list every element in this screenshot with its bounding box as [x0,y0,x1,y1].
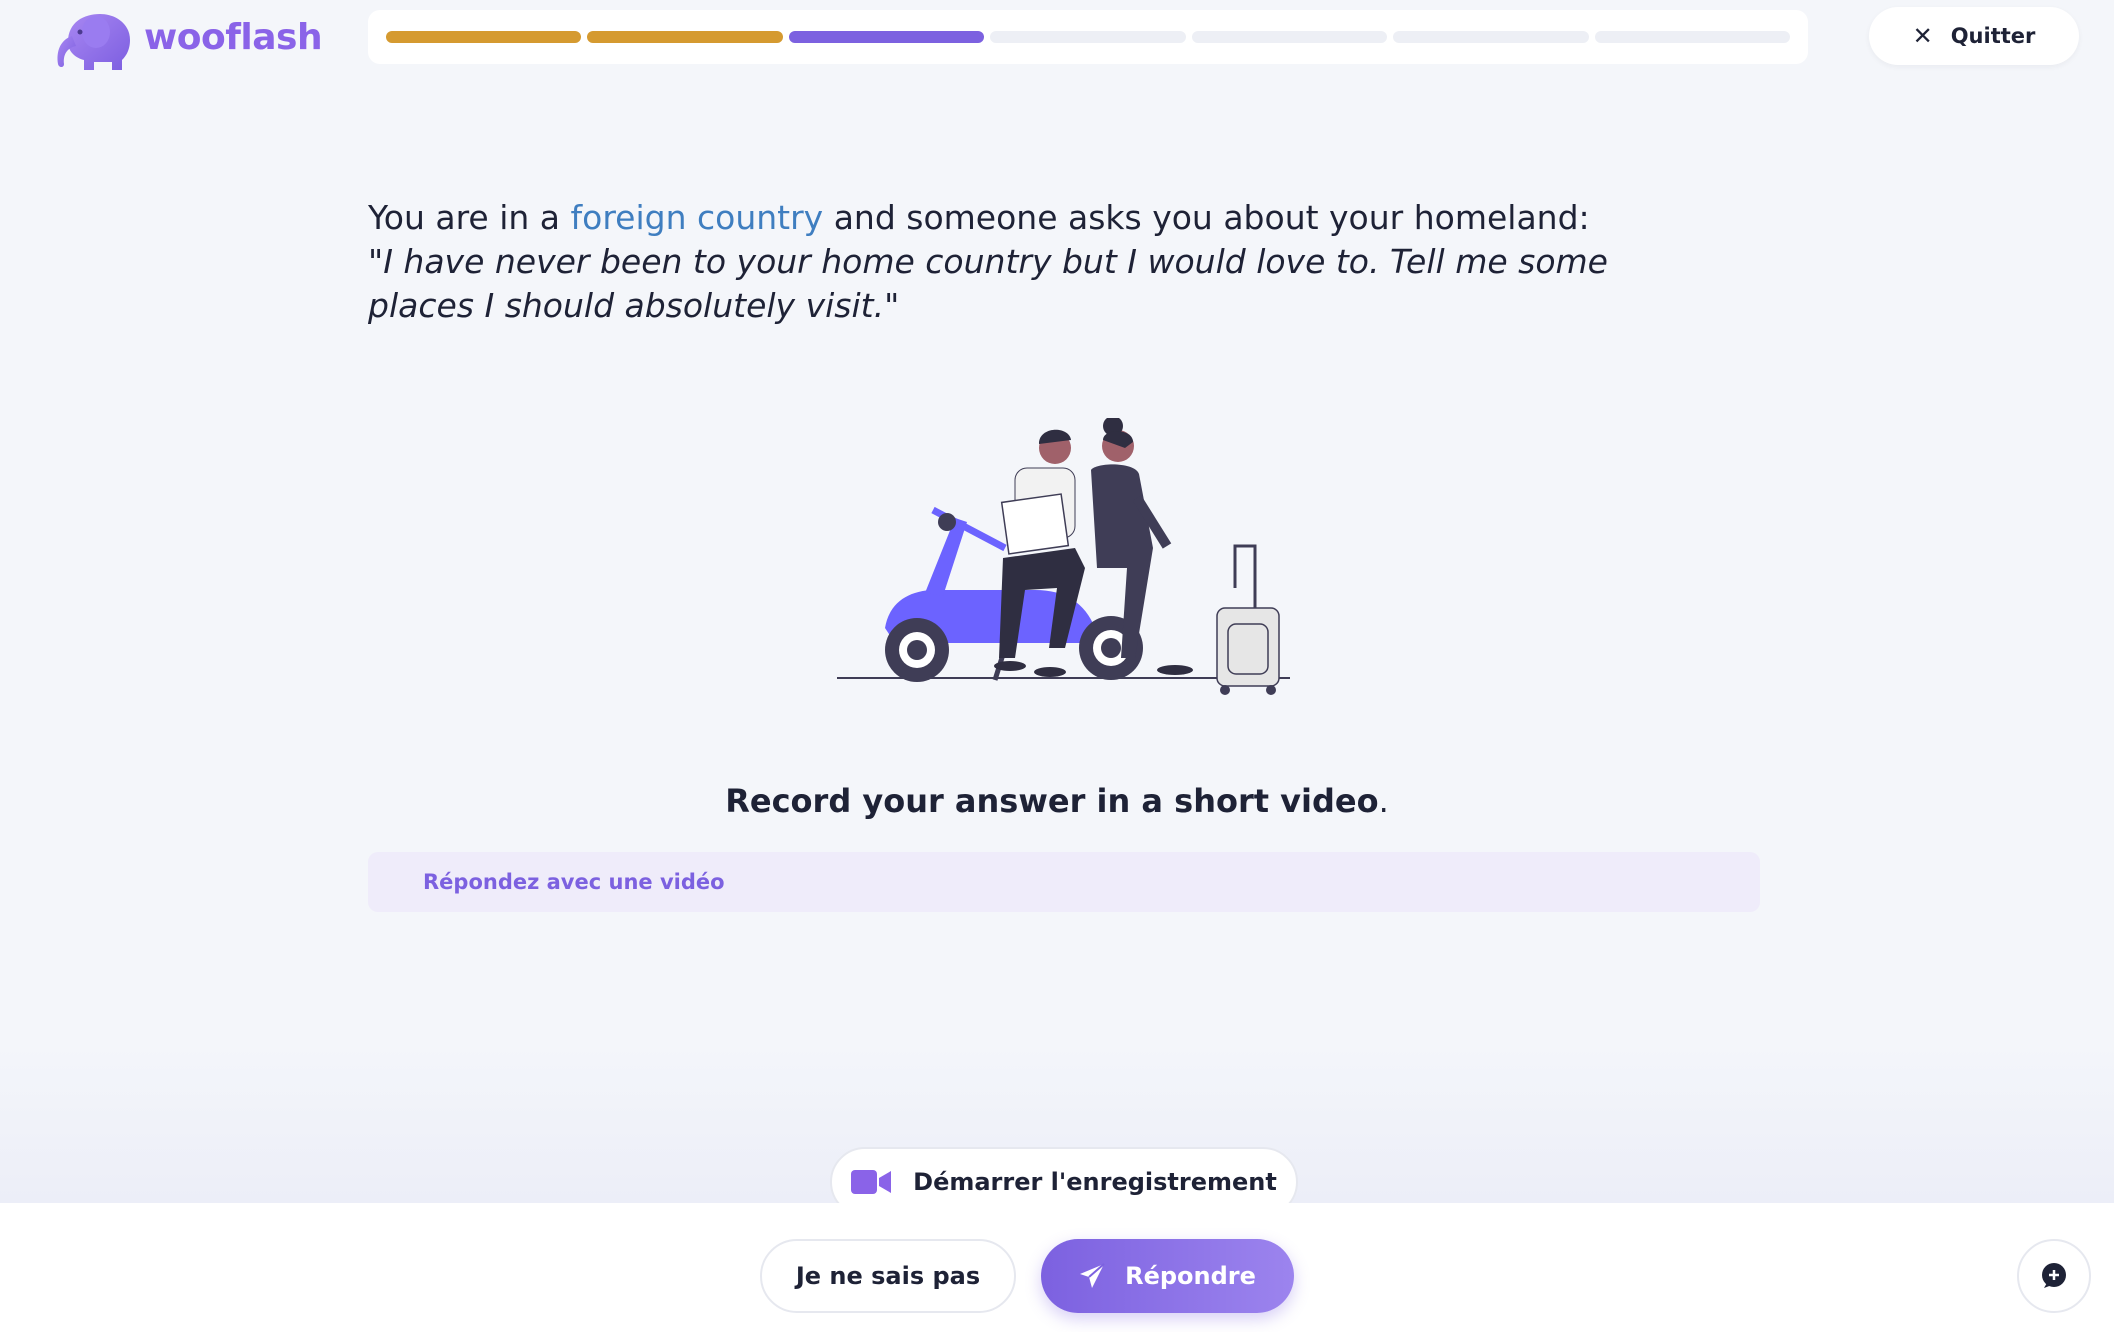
instruction-text: Record your answer in a short video. [0,782,2114,820]
dont-know-button[interactable]: Je ne sais pas [760,1239,1016,1313]
question-quote: "I have never been to your home country … [368,240,1688,328]
brand-logo[interactable]: wooflash [50,2,323,72]
progress-segment-todo [1594,31,1790,43]
question-prompt: You are in a foreign country and someone… [368,196,1688,328]
instruction-punct: . [1378,782,1389,820]
elephant-icon [57,14,130,70]
progress-segment-current [788,31,985,43]
progress-segment-todo [1191,31,1388,43]
travel-scooter-illustration [837,418,1290,695]
chat-button[interactable] [2017,1239,2091,1313]
submit-answer-button[interactable]: Répondre [1041,1239,1294,1313]
submit-answer-label: Répondre [1125,1262,1256,1290]
question-suffix: and someone asks you about your homeland… [823,198,1590,237]
brand-name: wooflash [144,16,323,58]
video-answer-label: Répondez avec une vidéo [423,870,725,894]
progress-segment-done [587,31,783,43]
quote-close-mark: " [884,286,900,325]
video-answer-field[interactable]: Répondez avec une vidéo [368,852,1760,912]
quit-button[interactable]: ✕ Quitter [1869,7,2079,65]
video-camera-icon [851,1170,892,1194]
progress-segment-todo [990,31,1186,43]
quote-text: I have never been to your home country b… [368,242,1608,325]
quit-label: Quitter [1950,24,2036,48]
progress-segment-todo [1393,31,1589,43]
instruction-main: Record your answer in a short video [725,782,1379,820]
start-recording-label: Démarrer l'enregistrement [913,1168,1277,1196]
close-icon: ✕ [1912,22,1933,50]
quote-open-mark: " [368,242,384,281]
chat-plus-icon [2042,1263,2066,1288]
paper-plane-icon [1080,1263,1105,1288]
question-highlight: foreign country [570,198,824,237]
question-prefix: You are in a [368,198,571,237]
progress-bar [368,10,1808,64]
dont-know-label: Je ne sais pas [795,1262,981,1290]
progress-segment-done [386,31,582,43]
